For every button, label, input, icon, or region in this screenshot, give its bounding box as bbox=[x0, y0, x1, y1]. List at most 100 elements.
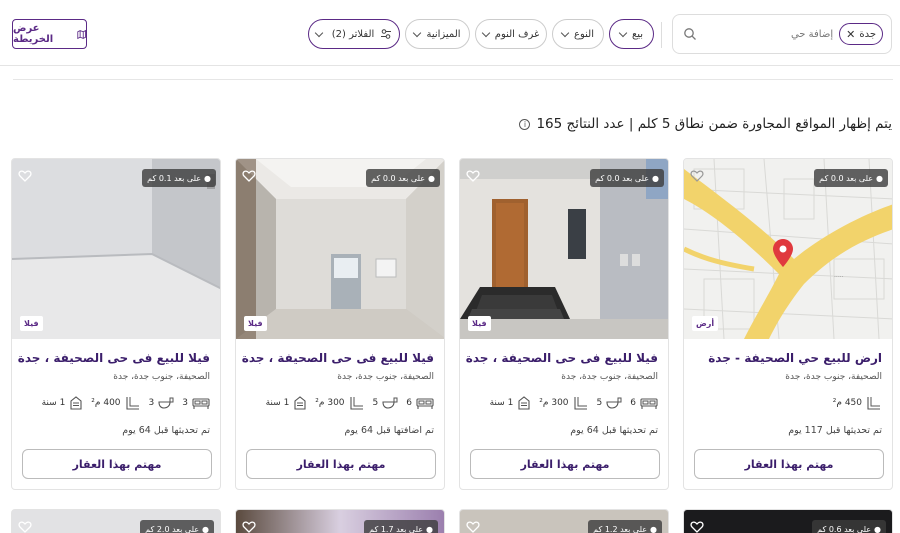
listing-card[interactable]: ● على بعد 0.1 كم فيلا فيلا للبيع فى حى ا… bbox=[11, 158, 221, 490]
area-value: 300 م² bbox=[539, 398, 569, 408]
listing-location: الصحيفة، جنوب جدة، جدة bbox=[113, 372, 210, 382]
updated-text: تم تحديثها قبل 64 يوم bbox=[570, 425, 658, 436]
search-input[interactable] bbox=[753, 28, 834, 40]
filters-button[interactable]: الفلاتر (2) bbox=[308, 19, 400, 49]
close-icon[interactable]: ✕ bbox=[846, 28, 855, 41]
distance-badge: ● على بعد 0.1 كم bbox=[142, 169, 216, 187]
heart-icon[interactable] bbox=[466, 169, 480, 183]
bathrooms-feature: 3 bbox=[149, 396, 175, 410]
chevron-down-icon bbox=[413, 28, 422, 37]
type-badge: فيلا bbox=[20, 316, 43, 331]
listing-features: 3 3 400 م² 1 سنة bbox=[42, 393, 210, 413]
distance-text: على بعد 0.0 كم bbox=[595, 173, 650, 183]
type-filter[interactable]: النوع bbox=[552, 19, 604, 49]
building-icon bbox=[518, 396, 530, 410]
location-pin-icon: ● bbox=[874, 524, 881, 533]
building-icon bbox=[294, 396, 306, 410]
location-pin-icon: ● bbox=[426, 524, 433, 533]
heart-icon[interactable] bbox=[690, 520, 704, 533]
listing-photo: ● على بعد 0.1 كم فيلا bbox=[12, 159, 220, 339]
listing-title[interactable]: فيلا للبيع فى حى الصحيفة ، جدة bbox=[466, 351, 658, 365]
distance-text: على بعد 0.1 كم bbox=[147, 173, 202, 183]
heart-icon[interactable] bbox=[690, 169, 704, 183]
updated-text: تم تحديثها قبل 64 يوم bbox=[122, 425, 210, 436]
listing-card[interactable]: ● على بعد 0.6 كم bbox=[683, 509, 893, 533]
show-map-button[interactable]: عرض الخريطة bbox=[12, 19, 87, 49]
toilet-icon bbox=[606, 397, 622, 409]
bedrooms-feature: 3 bbox=[182, 396, 210, 410]
area-icon bbox=[125, 397, 139, 410]
results-summary: يتم إظهار المواقع المجاورة ضمن نطاق 5 كل… bbox=[519, 116, 892, 132]
listing-title[interactable]: ارض للبيع حي الصحيفة - جدة bbox=[708, 351, 882, 365]
listing-card[interactable]: ····· ● على بعد 0.0 كم أرض ارض للبيع حي … bbox=[683, 158, 893, 490]
bedrooms-value: 3 bbox=[182, 398, 188, 408]
location-pin-icon: ● bbox=[202, 524, 209, 533]
type-label: النوع bbox=[574, 28, 594, 40]
sliders-icon bbox=[381, 29, 392, 39]
area-icon bbox=[573, 397, 587, 410]
area-icon bbox=[867, 397, 880, 410]
heart-icon[interactable] bbox=[242, 169, 256, 183]
listing-location: الصحيفة، جنوب جدة، جدة bbox=[561, 372, 658, 382]
location-pin-icon: ● bbox=[876, 173, 883, 183]
search-box[interactable]: جدة ✕ bbox=[672, 14, 892, 54]
area-value: 450 م² bbox=[832, 398, 862, 408]
budget-filter[interactable]: الميزانية bbox=[405, 19, 470, 49]
listing-features: 450 م² bbox=[833, 393, 882, 413]
bedrooms-filter[interactable]: غرف النوم bbox=[475, 19, 547, 49]
bathrooms-value: 5 bbox=[596, 398, 603, 408]
listing-card[interactable]: ● على بعد 1.2 كم bbox=[459, 509, 669, 533]
distance-badge: ● على بعد 0.0 كم bbox=[366, 169, 440, 187]
listing-title[interactable]: فيلا للبيع فى حى الصحيفة ، جدة bbox=[18, 351, 210, 365]
heart-icon[interactable] bbox=[466, 520, 480, 533]
age-feature: 1 سنة bbox=[490, 396, 532, 410]
heart-icon[interactable] bbox=[18, 520, 32, 533]
type-badge: فيلا bbox=[244, 316, 267, 331]
city-chip[interactable]: جدة ✕ bbox=[839, 23, 883, 45]
bed-icon bbox=[192, 398, 210, 409]
distance-text: على بعد 2.0 كم bbox=[145, 524, 200, 533]
filters-label: الفلاتر (2) bbox=[331, 28, 375, 40]
listing-title[interactable]: فيلا للبيع فى حى الصحيفة ، جدة bbox=[242, 351, 434, 365]
heart-icon[interactable] bbox=[18, 169, 32, 183]
age-value: 1 سنة bbox=[489, 398, 514, 408]
age-feature: 1 سنة bbox=[266, 396, 308, 410]
search-icon bbox=[684, 28, 696, 40]
bedrooms-feature: 6 bbox=[630, 396, 658, 410]
interested-button[interactable]: مهتم بهذا العقار bbox=[22, 449, 212, 479]
age-value: 1 سنة bbox=[265, 398, 290, 408]
chevron-down-icon bbox=[481, 28, 490, 37]
info-icon[interactable]: i bbox=[519, 118, 531, 130]
listing-photo: ● على بعد 0.0 كم فيلا bbox=[460, 159, 668, 339]
interested-button[interactable]: مهتم بهذا العقار bbox=[694, 449, 884, 479]
heart-icon[interactable] bbox=[242, 520, 256, 533]
bed-icon bbox=[416, 398, 434, 409]
divider bbox=[661, 22, 662, 48]
map-thumbnail: ····· ● على بعد 0.0 كم أرض bbox=[684, 159, 892, 339]
listing-card[interactable]: ● على بعد 0.0 كم فيلا فيلا للبيع فى حى ا… bbox=[235, 158, 445, 490]
area-feature: 400 م² bbox=[91, 395, 140, 411]
listing-photo: ● على بعد 0.0 كم فيلا bbox=[236, 159, 444, 339]
interested-button[interactable]: مهتم بهذا العقار bbox=[246, 449, 436, 479]
bedrooms-value: 6 bbox=[630, 398, 636, 408]
area-feature: 300 م² bbox=[315, 395, 364, 411]
listing-card[interactable]: ● على بعد 2.0 كم bbox=[11, 509, 221, 533]
area-icon bbox=[349, 397, 363, 410]
bathrooms-value: 3 bbox=[148, 398, 155, 408]
interested-button[interactable]: مهتم بهذا العقار bbox=[470, 449, 660, 479]
sale-filter[interactable]: بيع bbox=[609, 19, 654, 49]
area-feature: 450 م² bbox=[833, 395, 882, 411]
listing-card[interactable]: ● على بعد 1.7 كم bbox=[235, 509, 445, 533]
bathrooms-value: 5 bbox=[372, 398, 379, 408]
listing-location: الصحيفة، جنوب جدة، جدة bbox=[785, 372, 882, 382]
age-value: 1 سنة bbox=[41, 398, 66, 408]
bathrooms-feature: 5 bbox=[597, 396, 623, 410]
divider bbox=[13, 79, 893, 80]
bedrooms-feature: 6 bbox=[406, 396, 434, 410]
distance-text: على بعد 1.7 كم bbox=[369, 524, 424, 533]
distance-text: على بعد 1.2 كم bbox=[593, 524, 648, 533]
listing-card[interactable]: ● على بعد 0.0 كم فيلا فيلا للبيع فى حى ا… bbox=[459, 158, 669, 490]
listing-features: 6 5 300 م² 1 سنة bbox=[266, 393, 434, 413]
distance-badge: ● على بعد 0.0 كم bbox=[590, 169, 664, 187]
svg-text:·····: ····· bbox=[834, 274, 844, 281]
